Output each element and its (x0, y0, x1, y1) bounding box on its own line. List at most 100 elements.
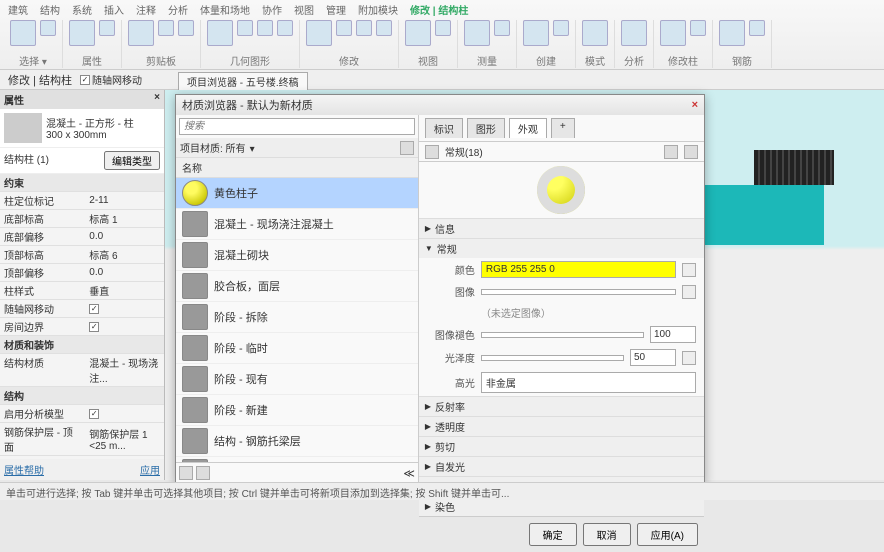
prop-row[interactable]: 房间边界✓ (0, 318, 164, 336)
editor-tab[interactable]: 外观 (509, 118, 547, 138)
instance-selector[interactable]: 结构柱 (1) (4, 151, 49, 170)
prop-section-header[interactable]: 约束 (0, 174, 164, 192)
ribbon-tab[interactable]: 系统 (72, 2, 92, 16)
section-剪切[interactable]: ▶剪切 (419, 437, 704, 456)
move-with-grid-check[interactable]: ✓ 随轴网移动 (80, 72, 142, 87)
ribbon-button[interactable] (553, 20, 569, 36)
ribbon-tab[interactable]: 体量和场地 (200, 2, 250, 16)
ribbon-button[interactable] (435, 20, 451, 36)
prop-row[interactable]: 启用分析模型✓ (0, 405, 164, 423)
prop-row[interactable]: 柱定位标记2-11 (0, 192, 164, 210)
edit-type-button[interactable]: 编辑类型 (104, 151, 160, 170)
search-input[interactable] (179, 118, 415, 135)
ribbon-button[interactable] (376, 20, 392, 36)
section-自发光[interactable]: ▶自发光 (419, 457, 704, 476)
prop-row[interactable]: 钢筋保护层 - 顶面钢筋保护层 1 <25 m... (0, 423, 164, 456)
ribbon-button[interactable] (719, 20, 745, 46)
image-picker-icon[interactable] (682, 285, 696, 299)
ribbon-button[interactable] (99, 20, 115, 36)
ribbon-button[interactable] (306, 20, 332, 46)
ribbon-button[interactable] (257, 20, 273, 36)
view-mode-icon[interactable] (400, 141, 414, 155)
close-icon[interactable]: × (154, 92, 160, 107)
material-list-item[interactable]: 阶段 - 现有 (176, 364, 418, 395)
ribbon-button[interactable] (277, 20, 293, 36)
ribbon-button[interactable] (10, 20, 36, 46)
material-list-item[interactable]: 黄色柱子 (176, 178, 418, 209)
prop-section-header[interactable]: 材质和装饰 (0, 336, 164, 354)
ribbon-button[interactable] (207, 20, 233, 46)
gloss-slider[interactable] (481, 355, 624, 361)
ribbon-tab[interactable]: 视图 (294, 2, 314, 16)
ribbon-tab[interactable]: 协作 (262, 2, 282, 16)
properties-help-link[interactable]: 属性帮助 (4, 462, 44, 477)
document-tab[interactable]: 项目浏览器 - 五号楼.终稿 (178, 72, 308, 91)
material-list-item[interactable]: 胶合板，面层 (176, 271, 418, 302)
ribbon-button[interactable] (523, 20, 549, 46)
ribbon-button[interactable] (356, 20, 372, 36)
section-regular[interactable]: 常规 (437, 241, 457, 256)
ribbon-button[interactable] (336, 20, 352, 36)
section-透明度[interactable]: ▶透明度 (419, 417, 704, 436)
ribbon-button[interactable] (405, 20, 431, 46)
ribbon-button[interactable] (178, 20, 194, 36)
material-list-item[interactable]: 混凝土砌块 (176, 240, 418, 271)
cancel-button[interactable]: 取消 (583, 523, 631, 546)
ribbon-tab[interactable]: 结构 (40, 2, 60, 16)
ok-button[interactable]: 确定 (529, 523, 577, 546)
editor-tab[interactable]: + (551, 118, 575, 138)
highlight-value[interactable]: 非金属 (481, 372, 696, 393)
ribbon-button[interactable] (40, 20, 56, 36)
prop-row[interactable]: 随轴网移动✓ (0, 300, 164, 318)
color-picker-icon[interactable] (682, 263, 696, 277)
duplicate-asset-icon[interactable] (684, 145, 698, 159)
color-value[interactable]: RGB 255 255 0 (481, 261, 676, 278)
ribbon-tab[interactable]: 修改 | 结构柱 (410, 2, 468, 16)
ribbon-button[interactable] (690, 20, 706, 36)
properties-apply-button[interactable]: 应用 (140, 462, 160, 477)
ribbon-tab[interactable]: 管理 (326, 2, 346, 16)
prop-row[interactable]: 底部标高标高 1 (0, 210, 164, 228)
apply-button[interactable]: 应用(A) (637, 523, 698, 546)
material-list-item[interactable]: 阶段 - 新建 (176, 395, 418, 426)
ribbon-button[interactable] (621, 20, 647, 46)
ribbon-button[interactable] (128, 20, 154, 46)
ribbon-button[interactable] (158, 20, 174, 36)
ribbon-button[interactable] (69, 20, 95, 46)
filter-dropdown[interactable]: 项目材质: 所有▾ (180, 140, 255, 155)
close-icon[interactable]: × (692, 99, 698, 111)
ribbon-button[interactable] (582, 20, 608, 46)
prop-row[interactable]: 底部偏移0.0 (0, 228, 164, 246)
gloss-value[interactable]: 50 (630, 349, 676, 366)
material-list-item[interactable]: 阶段 - 拆除 (176, 302, 418, 333)
prop-row[interactable]: 顶部偏移0.0 (0, 264, 164, 282)
editor-tab[interactable]: 标识 (425, 118, 463, 138)
ribbon-tab[interactable]: 注释 (136, 2, 156, 16)
ribbon-button[interactable] (749, 20, 765, 36)
material-list-item[interactable]: 结构 - 钢筋托梁层 (176, 426, 418, 457)
add-icon[interactable] (196, 466, 210, 480)
prop-section-header[interactable]: 结构 (0, 387, 164, 405)
material-list-item[interactable]: 阶段 - 临时 (176, 333, 418, 364)
prop-row[interactable]: 结构材质混凝土 - 现场浇注... (0, 354, 164, 387)
section-反射率[interactable]: ▶反射率 (419, 397, 704, 416)
ribbon-tab[interactable]: 附加模块 (358, 2, 398, 16)
material-list-item[interactable]: 混凝土 - 现场浇注混凝土 (176, 209, 418, 240)
fade-value[interactable]: 100 (650, 326, 696, 343)
ribbon-tab[interactable]: 插入 (104, 2, 124, 16)
prop-row[interactable]: 顶部标高标高 6 (0, 246, 164, 264)
section-info[interactable]: 信息 (435, 221, 455, 236)
editor-tab[interactable]: 图形 (467, 118, 505, 138)
ribbon-tab[interactable]: 建筑 (8, 2, 28, 16)
ribbon-button[interactable] (494, 20, 510, 36)
prop-row[interactable]: 柱样式垂直 (0, 282, 164, 300)
replace-asset-icon[interactable] (664, 145, 678, 159)
type-head[interactable]: 混凝土 - 正方形 - 柱 300 x 300mm (0, 109, 164, 147)
dialog-titlebar[interactable]: 材质浏览器 - 默认为新材质 × (176, 95, 704, 115)
ribbon-button[interactable] (464, 20, 490, 46)
ribbon-button[interactable] (237, 20, 253, 36)
gloss-map-icon[interactable] (682, 351, 696, 365)
library-icon[interactable] (179, 466, 193, 480)
fade-slider[interactable] (481, 332, 644, 338)
asset-icon[interactable] (425, 145, 439, 159)
